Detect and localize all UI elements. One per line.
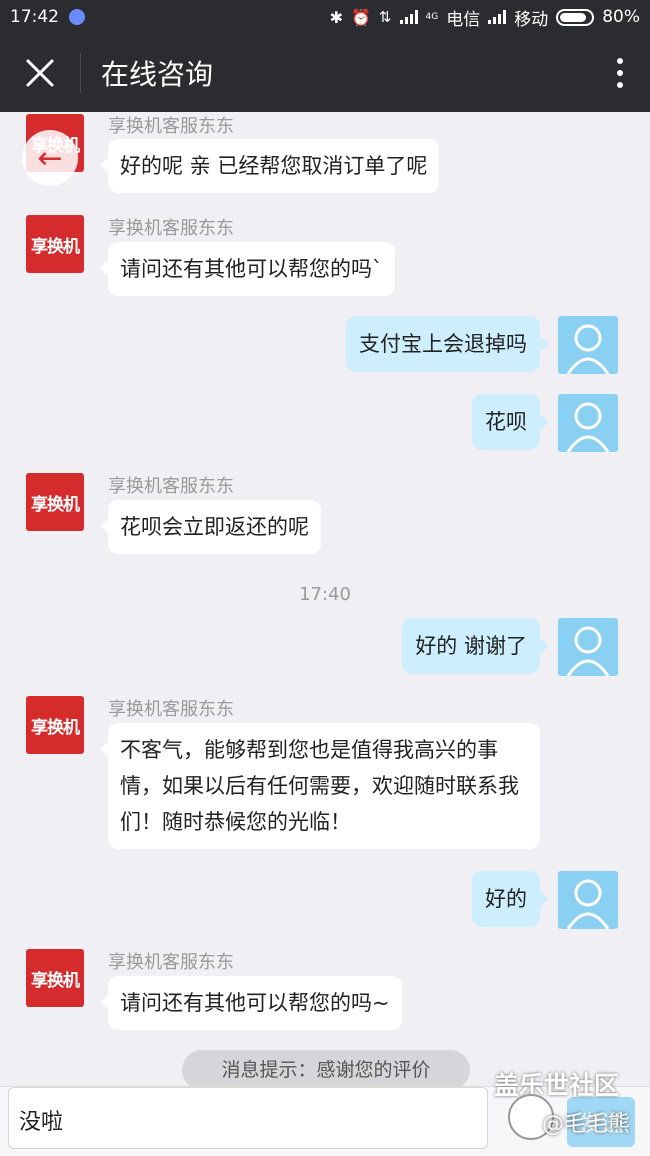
carrier-1: 电信 — [446, 9, 481, 30]
close-icon — [26, 59, 54, 87]
title-divider — [80, 53, 81, 93]
send-button[interactable]: 发送 — [567, 1097, 635, 1147]
user-avatar[interactable] — [558, 871, 618, 929]
sender-name: 享换机客服东东 — [108, 218, 234, 239]
title-bar: 在线咨询 — [0, 34, 650, 112]
alarm-icon: ⏰ — [351, 7, 371, 27]
chat-area[interactable]: 享换机 享换机客服东东 好的呢 亲 已经帮您取消订单了呢 ← 享换机 享换机客服… — [0, 112, 650, 1086]
sender-name: 享换机客服东东 — [108, 952, 234, 973]
network-type: 4G — [425, 12, 439, 22]
status-time: 17:42 — [10, 7, 59, 27]
user-avatar-icon — [566, 879, 610, 929]
user-message[interactable]: 好的 谢谢了 — [402, 618, 549, 674]
agent-message[interactable]: 请问还有其他可以帮您的吗` — [100, 242, 395, 296]
status-bar: 17:42 ✱ ⏰ ⇅ 4G 电信 移动 80% — [0, 0, 650, 34]
user-avatar-icon — [566, 324, 610, 374]
qq-notification-icon — [69, 9, 85, 25]
battery-level: 80% — [602, 7, 640, 27]
user-avatar[interactable] — [558, 316, 618, 374]
user-message[interactable]: 支付宝上会退掉吗 — [346, 316, 549, 372]
close-button[interactable] — [0, 34, 80, 112]
agent-avatar[interactable]: 享换机 — [26, 696, 84, 754]
user-avatar-icon — [566, 402, 610, 452]
signal-icon-2 — [488, 10, 507, 24]
agent-message[interactable]: 好的呢 亲 已经帮您取消订单了呢 — [99, 139, 440, 193]
user-avatar[interactable] — [558, 618, 618, 676]
agent-message[interactable]: 请问还有其他可以帮您的吗~ — [100, 976, 402, 1030]
input-bar: 没啦 发送 — [0, 1086, 650, 1156]
back-arrow-icon[interactable]: ← — [22, 130, 78, 186]
agent-avatar[interactable]: 享换机 — [26, 215, 84, 273]
user-message[interactable]: 好的 — [472, 871, 549, 927]
user-message[interactable]: 花呗 — [472, 394, 549, 450]
sender-name: 享换机客服东东 — [108, 699, 234, 720]
bluetooth-icon: ✱ — [329, 7, 343, 27]
sender-name: 享换机客服东东 — [108, 116, 234, 137]
system-notice: 消息提示：感谢您的评价 — [182, 1050, 470, 1086]
user-avatar-icon — [566, 626, 610, 676]
carrier-2: 移动 — [514, 9, 549, 30]
agent-message[interactable]: 花呗会立即返还的呢 — [100, 500, 321, 554]
agent-avatar[interactable]: 享换机 — [26, 473, 84, 531]
page-title: 在线咨询 — [101, 58, 214, 91]
more-vertical-icon — [617, 58, 623, 64]
agent-message[interactable]: 不客气，能够帮到您也是值得我高兴的事情，如果以后有任何需要，欢迎随时联系我们！随… — [100, 723, 540, 849]
user-avatar[interactable] — [558, 394, 618, 452]
more-menu-button[interactable] — [590, 34, 650, 112]
battery-icon — [556, 8, 595, 26]
signal-icon — [399, 10, 418, 24]
message-input[interactable]: 没啦 — [8, 1087, 488, 1149]
sender-name: 享换机客服东东 — [108, 476, 234, 497]
agent-avatar[interactable]: 享换机 — [26, 949, 84, 1007]
data-transfer-icon: ⇅ — [378, 8, 392, 26]
timestamp: 17:40 — [299, 584, 351, 605]
